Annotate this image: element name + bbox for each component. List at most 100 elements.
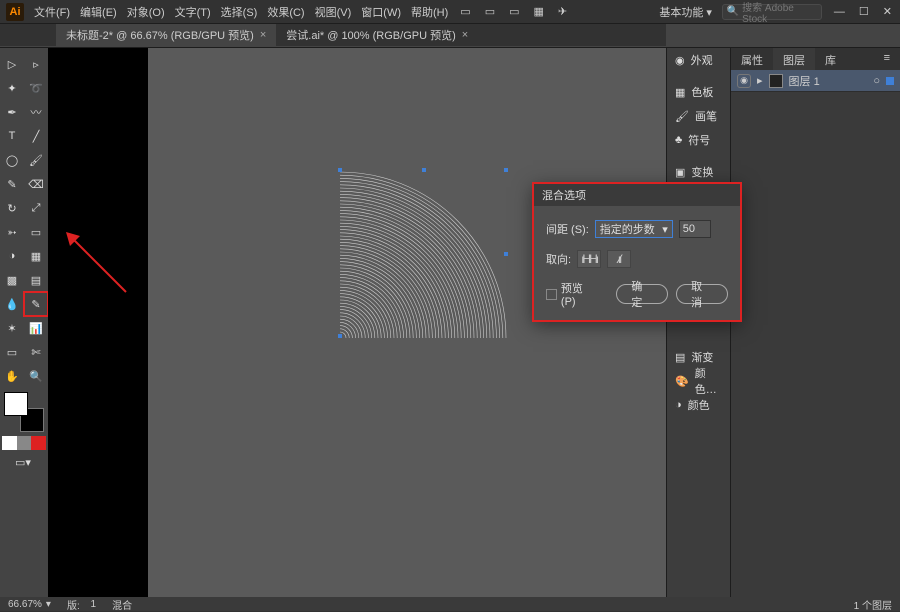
panel-icon[interactable]: ▭ [483, 5, 497, 18]
dock-color[interactable]: ◑颜色 [667, 393, 730, 417]
artboard-nav[interactable]: 版: 1 [67, 597, 96, 612]
panel-icon[interactable]: ▭ [507, 5, 521, 18]
eraser-tool[interactable]: ⌫ [25, 173, 47, 195]
dock-color-guide[interactable]: 🎨颜色… [667, 369, 730, 393]
menu-object[interactable]: 对象(O) [127, 4, 165, 20]
layer-row[interactable]: ◉ ▸ 图层 1 ○ [731, 70, 900, 92]
visibility-toggle[interactable]: ◉ [737, 74, 751, 88]
orientation-align-path[interactable]: ı⁄⁄ı [607, 250, 631, 268]
share-icon[interactable]: ✈ [556, 5, 569, 18]
magic-wand-tool[interactable]: ✦ [1, 77, 23, 99]
panel-icon[interactable]: ▭ [458, 5, 472, 18]
draw-mode[interactable] [2, 436, 46, 450]
document-tabs: 未标题-2* @ 66.67% (RGB/GPU 预览) × 尝试.ai* @ … [0, 24, 666, 46]
artwork-blend-wedge[interactable] [338, 168, 538, 368]
pen-tool[interactable]: ✒ [1, 101, 23, 123]
checkbox-box [546, 289, 557, 300]
ellipse-tool[interactable]: ◯ [1, 149, 23, 171]
scale-tool[interactable]: ⤢ [25, 197, 47, 219]
symbol-icon: ♣ [675, 134, 682, 146]
symbol-sprayer-tool[interactable]: ✶ [1, 317, 23, 339]
menu-select[interactable]: 选择(S) [221, 4, 258, 20]
shape-builder-tool[interactable]: ◑ [1, 245, 23, 267]
slice-tool[interactable]: ✄ [25, 341, 47, 363]
search-placeholder: 搜索 Adobe Stock [742, 0, 817, 25]
width-tool[interactable]: ➳ [1, 221, 23, 243]
color-icon: ◑ [675, 399, 682, 411]
artboard-tool[interactable]: ▭ [1, 341, 23, 363]
main-area: ▷ ▹ ✦ ➰ ✒ 〰 T ╱ ◯ 🖌 ✎ ⌫ ↻ ⤢ ➳ ▭ ◑ ▦ ▩ ▤ … [0, 48, 900, 597]
window-maximize[interactable]: ☐ [857, 5, 871, 18]
layer-count: 1 个图层 [854, 597, 892, 612]
screen-mode[interactable]: ▭▾ [1, 451, 45, 473]
toolbox: ▷ ▹ ✦ ➰ ✒ 〰 T ╱ ◯ 🖌 ✎ ⌫ ↻ ⤢ ➳ ▭ ◑ ▦ ▩ ▤ … [0, 48, 48, 597]
spacing-label: 间距 (S): [546, 221, 589, 237]
window-close[interactable]: ✕ [881, 5, 894, 18]
arrange-icon[interactable]: ▦ [532, 5, 546, 18]
menu-type[interactable]: 文字(T) [175, 4, 211, 20]
rotate-tool[interactable]: ↻ [1, 197, 23, 219]
gradient-icon: ▤ [675, 351, 685, 364]
fill-stroke-control[interactable] [4, 392, 44, 432]
selection-tool[interactable]: ▷ [1, 53, 23, 75]
eyedropper-tool[interactable]: 💧 [1, 293, 23, 315]
paintbrush-tool[interactable]: 🖌 [25, 149, 47, 171]
direct-selection-tool[interactable]: ▹ [25, 53, 47, 75]
mesh-tool[interactable]: ▩ [1, 269, 23, 291]
type-tool[interactable]: T [1, 125, 23, 147]
dock-transform[interactable]: ▣变换 [667, 160, 730, 184]
brush-icon: 🖌 [675, 110, 689, 123]
swatches-icon: ▦ [675, 86, 685, 99]
line-segment-tool[interactable]: ╱ [25, 125, 47, 147]
blend-tool[interactable]: ✎ [25, 293, 47, 315]
column-graph-tool[interactable]: 📊 [25, 317, 47, 339]
menu-edit[interactable]: 编辑(E) [80, 4, 117, 20]
target-icon[interactable]: ○ [873, 75, 880, 87]
dock-brushes[interactable]: 🖌画笔 [667, 104, 730, 128]
steps-input[interactable] [679, 220, 711, 238]
dock-appearance[interactable]: ◉外观 [667, 48, 730, 72]
chevron-right-icon[interactable]: ▸ [757, 74, 763, 87]
layers-list: ◉ ▸ 图层 1 ○ [731, 70, 900, 597]
panel-tab-libraries[interactable]: 库 [815, 48, 846, 70]
menu-view[interactable]: 视图(V) [315, 4, 352, 20]
menu-help[interactable]: 帮助(H) [411, 4, 448, 20]
gradient-tool[interactable]: ▤ [25, 269, 47, 291]
preview-label: 预览 (P) [561, 280, 600, 308]
fill-swatch[interactable] [4, 392, 28, 416]
zoom-display[interactable]: 66.67% ▾ [8, 599, 51, 610]
cancel-button[interactable]: 取消 [676, 284, 728, 304]
free-transform-tool[interactable]: ▭ [25, 221, 47, 243]
workspace-switcher[interactable]: 基本功能 ▾ [659, 4, 712, 20]
stock-search[interactable]: 🔍 搜索 Adobe Stock [722, 4, 822, 20]
panel-menu-icon[interactable]: ≡ [874, 48, 900, 70]
shaper-tool[interactable]: ✎ [1, 173, 23, 195]
menu-window[interactable]: 窗口(W) [361, 4, 401, 20]
layers-panel: 属性 图层 库 ≡ ◉ ▸ 图层 1 ○ [730, 48, 900, 597]
menu-bar: Ai 文件(F) 编辑(E) 对象(O) 文字(T) 选择(S) 效果(C) 视… [0, 0, 900, 24]
close-icon[interactable]: × [462, 29, 468, 41]
panel-tab-properties[interactable]: 属性 [731, 48, 773, 70]
perspective-grid-tool[interactable]: ▦ [25, 245, 47, 267]
zoom-tool[interactable]: 🔍 [25, 365, 47, 387]
curvature-tool[interactable]: 〰 [25, 101, 47, 123]
canvas[interactable] [148, 48, 666, 597]
menu-file[interactable]: 文件(F) [34, 4, 70, 20]
close-icon[interactable]: × [260, 29, 266, 41]
ok-button[interactable]: 确定 [616, 284, 668, 304]
spacing-mode-select[interactable]: 指定的步数 ▾ [595, 220, 673, 238]
orientation-align-page[interactable]: ıHHı [577, 250, 601, 268]
document-tab[interactable]: 尝试.ai* @ 100% (RGB/GPU 预览) × [276, 24, 478, 46]
menu-effect[interactable]: 效果(C) [267, 4, 304, 20]
dock-symbols[interactable]: ♣符号 [667, 128, 730, 152]
transform-icon: ▣ [675, 166, 685, 179]
window-minimize[interactable]: — [832, 6, 847, 18]
color-icon: 🎨 [675, 375, 689, 388]
lasso-tool[interactable]: ➰ [25, 77, 47, 99]
document-tab[interactable]: 未标题-2* @ 66.67% (RGB/GPU 预览) × [56, 24, 276, 46]
dock-swatches[interactable]: ▦色板 [667, 80, 730, 104]
layer-name[interactable]: 图层 1 [789, 73, 820, 89]
preview-checkbox[interactable]: 预览 (P) [546, 280, 600, 308]
panel-tab-layers[interactable]: 图层 [773, 48, 815, 70]
hand-tool[interactable]: ✋ [1, 365, 23, 387]
